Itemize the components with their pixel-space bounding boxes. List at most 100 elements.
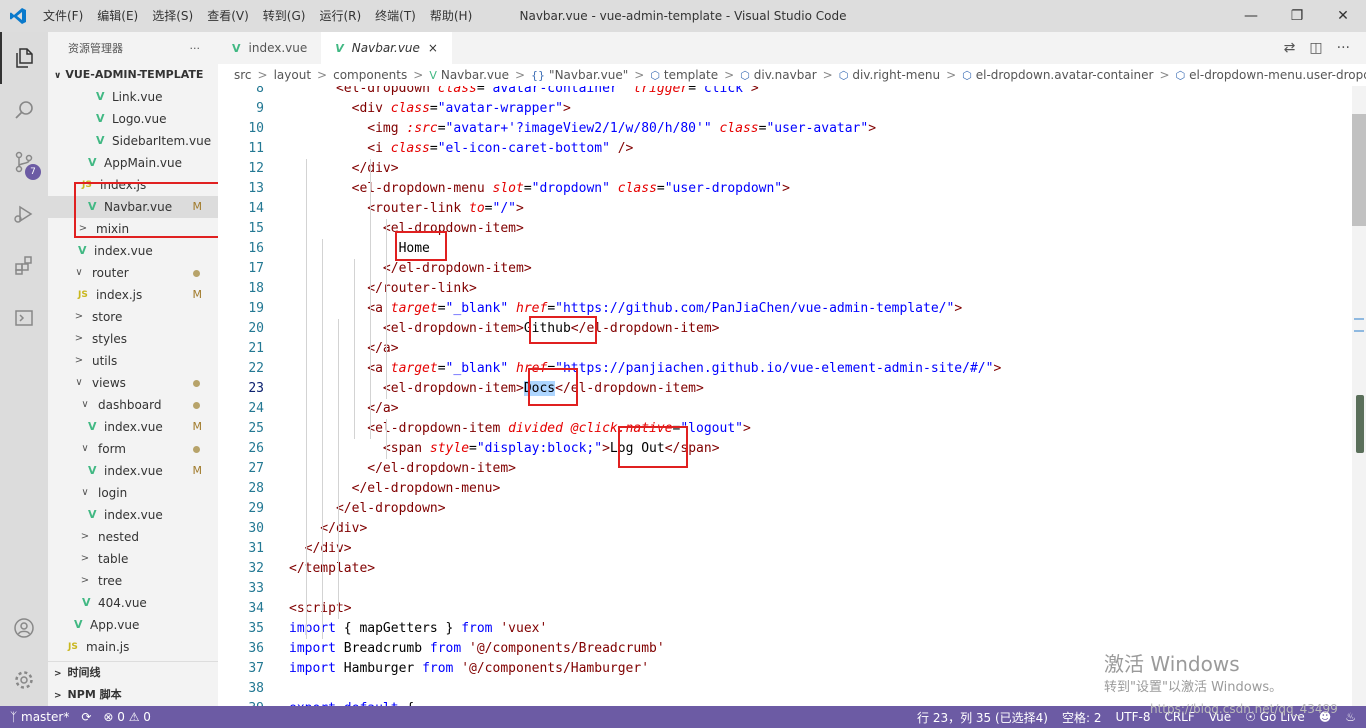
source-control-icon[interactable]: 7 <box>0 136 48 188</box>
more-actions-icon[interactable]: ··· <box>1337 40 1350 56</box>
menu-go[interactable]: 转到(G) <box>256 0 313 32</box>
project-folder-header[interactable]: ∨ VUE-ADMIN-TEMPLATE <box>48 64 218 86</box>
code-line[interactable]: 34 <script> <box>218 599 1352 619</box>
tree-folder-store[interactable]: > store <box>48 306 218 328</box>
menu-selection[interactable]: 选择(S) <box>145 0 200 32</box>
code-line[interactable]: 30 </div> <box>218 519 1352 539</box>
tree-file-sidebaritem-vue[interactable]: V SidebarItem.vue <box>48 130 218 152</box>
menu-file[interactable]: 文件(F) <box>36 0 90 32</box>
menu-view[interactable]: 查看(V) <box>200 0 256 32</box>
remote-explorer-icon[interactable] <box>0 292 48 344</box>
tab-navbar-vue[interactable]: V Navbar.vue × <box>321 32 452 64</box>
tree-folder-tree[interactable]: > tree <box>48 570 218 592</box>
tree-file-app-vue[interactable]: V App.vue <box>48 614 218 636</box>
code-line[interactable]: 29 </el-dropdown> <box>218 499 1352 519</box>
open-changes-icon[interactable]: ⇄ <box>1284 40 1296 56</box>
code-line[interactable]: 14 <router-link to="/"> <box>218 199 1352 219</box>
restore-icon[interactable]: ❐ <box>1274 0 1320 32</box>
code-line[interactable]: 33 <box>218 579 1352 599</box>
breadcrumb-item[interactable]: layout <box>274 68 311 82</box>
code-line[interactable]: 12 </div> <box>218 159 1352 179</box>
code-line[interactable]: 17 </el-dropdown-item> <box>218 259 1352 279</box>
minimize-icon[interactable]: — <box>1228 0 1274 32</box>
tree-file-index-vue[interactable]: Vindex.vue M <box>48 460 218 482</box>
tree-file-index-vue[interactable]: Vindex.vue <box>48 504 218 526</box>
code-line[interactable]: 35 import { mapGetters } from 'vuex' <box>218 619 1352 639</box>
code-line[interactable]: 9 <div class="avatar-wrapper"> <box>218 99 1352 119</box>
code-line[interactable]: 25 <el-dropdown-item divided @click.nati… <box>218 419 1352 439</box>
code-line[interactable]: 8 <el-dropdown class="avatar-container" … <box>218 86 1352 99</box>
close-window-icon[interactable]: ✕ <box>1320 0 1366 32</box>
code-line[interactable]: 21 </a> <box>218 339 1352 359</box>
extensions-icon[interactable] <box>0 240 48 292</box>
code-line[interactable]: 26 <span style="display:block;">Log Out<… <box>218 439 1352 459</box>
breadcrumb-item[interactable]: template <box>664 68 718 82</box>
breadcrumb-item[interactable]: "Navbar.vue" <box>549 68 628 82</box>
timeline-section[interactable]: > 时间线 <box>48 662 218 684</box>
tree-file-appmain-vue[interactable]: V AppMain.vue <box>48 152 218 174</box>
scrollbar-thumb[interactable] <box>1352 114 1366 226</box>
branch-status[interactable]: ᛉ master* <box>10 710 69 724</box>
breadcrumb-item[interactable]: src <box>234 68 252 82</box>
cursor-position[interactable]: 行 23，列 35 (已选择4) <box>917 709 1048 726</box>
breadcrumb-item[interactable]: el-dropdown-menu.user-dropdown <box>1189 68 1366 82</box>
run-debug-icon[interactable] <box>0 188 48 240</box>
encoding-status[interactable]: UTF-8 <box>1115 710 1150 724</box>
breadcrumb-item[interactable]: components <box>333 68 407 82</box>
menu-run[interactable]: 运行(R) <box>312 0 368 32</box>
code-line[interactable]: 13 <el-dropdown-menu slot="dropdown" cla… <box>218 179 1352 199</box>
tree-file-404-vue[interactable]: V 404.vue <box>48 592 218 614</box>
code-line[interactable]: 31 </div> <box>218 539 1352 559</box>
code-line[interactable]: 20 <el-dropdown-item>Github</el-dropdown… <box>218 319 1352 339</box>
sync-icon[interactable]: ⟳ <box>81 710 91 724</box>
tree-file-logo-vue[interactable]: V Logo.vue <box>48 108 218 130</box>
settings-gear-icon[interactable] <box>0 654 48 706</box>
code-line[interactable]: 19 <a target="_blank" href="https://gith… <box>218 299 1352 319</box>
account-icon[interactable] <box>0 602 48 654</box>
tree-file-index-vue[interactable]: Vindex.vue M <box>48 416 218 438</box>
indentation-status[interactable]: 空格: 2 <box>1062 709 1102 726</box>
code-line[interactable]: 18 </router-link> <box>218 279 1352 299</box>
breadcrumb-item[interactable]: el-dropdown.avatar-container <box>976 68 1154 82</box>
search-icon[interactable] <box>0 84 48 136</box>
code-line[interactable]: 10 <img :src="avatar+'?imageView2/1/w/80… <box>218 119 1352 139</box>
tab-index-vue[interactable]: V index.vue <box>218 32 321 64</box>
breadcrumb-item[interactable]: div.navbar <box>754 68 817 82</box>
tree-folder-dashboard[interactable]: ∨ dashboard <box>48 394 218 416</box>
menu-help[interactable]: 帮助(H) <box>423 0 479 32</box>
code-line[interactable]: 22 <a target="_blank" href="https://panj… <box>218 359 1352 379</box>
code-line[interactable]: 24 </a> <box>218 399 1352 419</box>
more-actions-icon[interactable]: ··· <box>190 42 201 55</box>
menu-terminal[interactable]: 终端(T) <box>368 0 423 32</box>
code-line[interactable]: 11 <i class="el-icon-caret-bottom" /> <box>218 139 1352 159</box>
tree-file-main-js[interactable]: JS main.js <box>48 636 218 658</box>
npm-scripts-section[interactable]: > NPM 脚本 <box>48 684 218 706</box>
tree-file-index-js[interactable]: JS index.js M <box>48 284 218 306</box>
code-line[interactable]: 32 </template> <box>218 559 1352 579</box>
notifications-bell-icon[interactable]: ♨ <box>1345 710 1356 724</box>
tree-folder-form[interactable]: ∨ form <box>48 438 218 460</box>
tree-folder-table[interactable]: > table <box>48 548 218 570</box>
code-line[interactable]: 16 Home <box>218 239 1352 259</box>
tree-file-link-vue[interactable]: V Link.vue <box>48 86 218 108</box>
tree-folder-login[interactable]: ∨ login <box>48 482 218 504</box>
tree-folder-styles[interactable]: > styles <box>48 328 218 350</box>
code-line[interactable]: 23 <el-dropdown-item>Docs</el-dropdown-i… <box>218 379 1352 399</box>
vue-file-icon: V <box>78 244 87 257</box>
breadcrumb-item[interactable]: div.right-menu <box>852 68 940 82</box>
code-line[interactable]: 28 </el-dropdown-menu> <box>218 479 1352 499</box>
code-line[interactable]: 27 </el-dropdown-item> <box>218 459 1352 479</box>
tree-file-index-vue[interactable]: Vindex.vue <box>48 240 218 262</box>
code-editor[interactable]: 8 <el-dropdown class="avatar-container" … <box>218 86 1352 706</box>
close-tab-icon[interactable]: × <box>428 41 438 55</box>
tree-folder-utils[interactable]: > utils <box>48 350 218 372</box>
breadcrumb-item[interactable]: Navbar.vue <box>441 68 509 82</box>
menu-edit[interactable]: 编辑(E) <box>90 0 145 32</box>
tree-folder-router[interactable]: ∨ router <box>48 262 218 284</box>
split-editor-icon[interactable]: ◫ <box>1309 40 1322 56</box>
problems-status[interactable]: ⊗ 0 ⚠ 0 <box>103 710 151 724</box>
tree-folder-nested[interactable]: > nested <box>48 526 218 548</box>
tree-folder-views[interactable]: ∨ views <box>48 372 218 394</box>
code-line[interactable]: 15 <el-dropdown-item> <box>218 219 1352 239</box>
explorer-icon[interactable] <box>0 32 48 84</box>
